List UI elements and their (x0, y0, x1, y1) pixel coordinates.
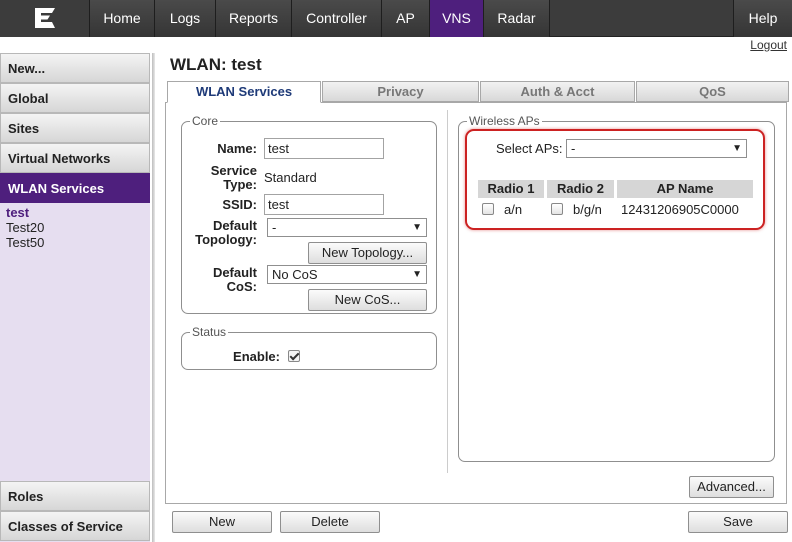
default-cos-label-line2: CoS: (226, 279, 257, 294)
logout-link[interactable]: Logout (750, 38, 787, 52)
new-button[interactable]: New (172, 511, 272, 533)
sidebar-item-virtual-networks[interactable]: Virtual Networks (0, 143, 150, 173)
wlan-list-item-test20[interactable]: Test20 (6, 220, 44, 235)
sidebar-item-new[interactable]: New... (0, 53, 150, 83)
default-topology-label-line2: Topology: (195, 232, 257, 247)
service-type-label-line2: Type: (223, 177, 257, 192)
sidebar-item-sites[interactable]: Sites (0, 113, 150, 143)
wlan-list-item-test[interactable]: test (6, 205, 29, 220)
default-topology-select[interactable]: - ▼ (267, 218, 427, 237)
default-cos-select[interactable]: No CoS ▼ (267, 265, 427, 284)
sidebar-item-roles[interactable]: Roles (0, 481, 150, 511)
save-button[interactable]: Save (688, 511, 788, 533)
extreme-logo-icon (35, 8, 55, 28)
nav-tab-logs[interactable]: Logs (155, 0, 216, 37)
default-cos-label-line1: Default (212, 265, 257, 280)
wlan-list-item-test50[interactable]: Test50 (6, 235, 44, 250)
sidebar-resize-handle[interactable] (152, 53, 155, 542)
nav-tab-home[interactable]: Home (90, 0, 155, 37)
nav-tab-vns[interactable]: VNS (430, 0, 484, 37)
enable-checkbox[interactable] (288, 350, 300, 362)
name-label: Name: (217, 141, 257, 156)
nav-tab-controller[interactable]: Controller (292, 0, 382, 37)
dropdown-arrow-icon: ▼ (412, 269, 422, 280)
page-title: WLAN: test (170, 55, 262, 74)
ssid-input[interactable] (264, 194, 384, 215)
name-input[interactable] (264, 138, 384, 159)
nav-tab-ap[interactable]: AP (382, 0, 430, 37)
advanced-button[interactable]: Advanced... (689, 476, 774, 498)
nav-tab-radar[interactable]: Radar (484, 0, 550, 37)
tab-privacy[interactable]: Privacy (322, 81, 479, 102)
default-topology-value: - (272, 220, 277, 235)
tab-qos[interactable]: QoS (636, 81, 789, 102)
tab-wlan-services[interactable]: WLAN Services (167, 81, 321, 103)
top-navigation-bar: Home Logs Reports Controller AP VNS Rada… (0, 0, 792, 37)
new-topology-button[interactable]: New Topology... (308, 242, 427, 264)
delete-button[interactable]: Delete (280, 511, 380, 533)
service-type-value: Standard (264, 170, 317, 185)
sidebar: New... Global Sites Virtual Networks WLA… (0, 53, 150, 542)
default-topology-label-line1: Default (212, 218, 257, 233)
highlight-annotation (465, 129, 765, 230)
nav-tab-reports[interactable]: Reports (216, 0, 292, 37)
nav-help[interactable]: Help (733, 0, 792, 37)
sidebar-item-global[interactable]: Global (0, 83, 150, 113)
status-legend: Status (192, 325, 227, 339)
panel-divider (447, 110, 448, 473)
logo[interactable] (0, 0, 90, 37)
enable-label: Enable: (233, 349, 280, 364)
new-cos-button[interactable]: New CoS... (308, 289, 427, 311)
ssid-label: SSID: (222, 197, 257, 212)
dropdown-arrow-icon: ▼ (412, 222, 422, 233)
core-legend: Core (192, 114, 219, 128)
sidebar-item-wlan-services[interactable]: WLAN Services (0, 173, 150, 203)
service-type-label-line1: Service (210, 163, 257, 178)
wireless-aps-legend: Wireless APs (469, 114, 540, 128)
tab-auth-acct[interactable]: Auth & Acct (480, 81, 635, 102)
default-cos-value: No CoS (272, 267, 318, 282)
sidebar-item-classes-of-service[interactable]: Classes of Service (0, 511, 150, 541)
